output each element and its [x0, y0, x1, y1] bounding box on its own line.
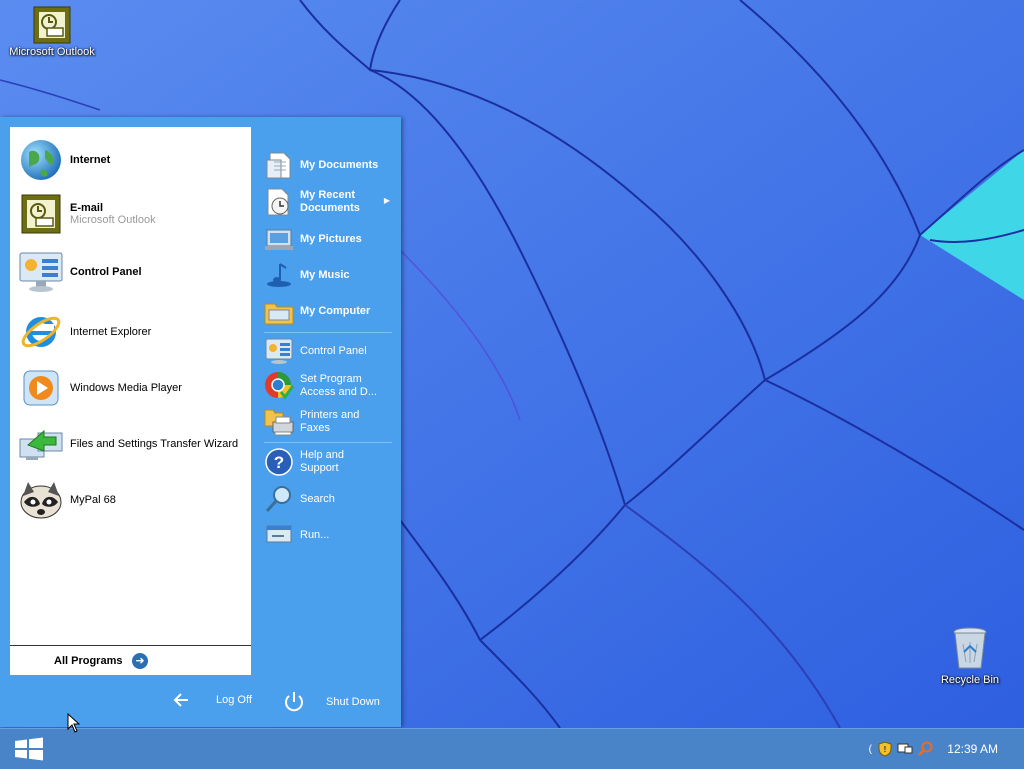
place-label: Help and Support	[300, 449, 345, 474]
mypal-icon	[20, 482, 62, 519]
outlook-icon	[21, 194, 61, 234]
desktop-icon-outlook[interactable]: Microsoft Outlook	[2, 6, 102, 58]
globe-icon	[21, 140, 61, 180]
place-label: Printers and Faxes	[300, 409, 360, 434]
power-icon	[285, 692, 303, 712]
start-item-sublabel: Microsoft Outlook	[70, 214, 156, 226]
start-item-internet[interactable]: Internet	[10, 135, 251, 185]
place-program-access[interactable]: Set Program Access and D...	[258, 368, 398, 404]
submenu-arrow-icon: ▶	[383, 196, 390, 205]
media-player-icon	[23, 370, 59, 406]
place-search[interactable]: Search	[258, 482, 398, 516]
start-button[interactable]	[14, 737, 44, 761]
control-panel-icon	[19, 252, 63, 292]
places-separator	[264, 332, 392, 333]
system-tray: ( ! 12:39 AM	[865, 729, 1024, 769]
place-printers-faxes[interactable]: Printers and Faxes	[258, 404, 398, 440]
start-item-label: Control Panel	[70, 266, 142, 278]
start-menu-programs-pane: Internet E-mail Microsoft Outlook Contro…	[10, 127, 251, 675]
shut-down-label: Shut Down	[326, 696, 380, 708]
start-item-label: Files and Settings Transfer Wizard	[70, 438, 239, 450]
place-my-pictures[interactable]: My Pictures	[258, 222, 398, 256]
desktop-icon-label: Recycle Bin	[940, 674, 1000, 686]
pictures-icon	[265, 229, 293, 250]
place-my-recent-documents[interactable]: My Recent Documents ▶	[258, 184, 398, 220]
place-help-support[interactable]: ? Help and Support	[258, 444, 398, 480]
place-label: Run...	[300, 528, 330, 541]
start-item-label: Internet	[70, 154, 111, 166]
transfer-wizard-icon	[19, 429, 63, 460]
taskbar-clock[interactable]: 12:39 AM	[947, 742, 998, 756]
outlook-icon	[33, 6, 71, 44]
network-icon[interactable]	[897, 741, 913, 757]
place-label: Set Program Access and D...	[300, 373, 378, 398]
computer-icon	[264, 303, 294, 325]
control-panel-icon	[265, 338, 293, 364]
log-off-button[interactable]: Log Off	[172, 690, 252, 710]
place-label: My Pictures	[300, 232, 362, 245]
all-programs-label: All Programs	[54, 655, 123, 667]
place-label: Control Panel	[300, 344, 367, 357]
start-item-mypal[interactable]: MyPal 68	[10, 475, 251, 525]
printer-icon	[264, 409, 294, 436]
program-access-icon	[265, 372, 295, 400]
taskbar: ( ! 12:39 AM	[0, 728, 1024, 769]
desktop-icon-label: Microsoft Outlook	[9, 46, 95, 58]
documents-icon	[266, 152, 291, 179]
start-menu: Internet E-mail Microsoft Outlook Contro…	[0, 117, 401, 727]
places-separator	[264, 442, 392, 443]
all-programs-button[interactable]: All Programs ➜	[10, 645, 251, 676]
svg-text:?: ?	[274, 453, 284, 472]
place-label: My Computer	[300, 304, 371, 317]
start-item-label: MyPal 68	[70, 494, 116, 506]
start-item-transfer-wizard[interactable]: Files and Settings Transfer Wizard	[10, 419, 251, 469]
place-label: My Music	[300, 268, 350, 281]
search-tray-icon[interactable]	[917, 741, 933, 757]
start-item-label: Internet Explorer	[70, 326, 152, 338]
start-item-windows-media-player[interactable]: Windows Media Player	[10, 363, 251, 413]
start-item-internet-explorer[interactable]: Internet Explorer	[10, 307, 251, 357]
run-icon	[266, 525, 292, 543]
shut-down-button[interactable]: Shut Down	[282, 690, 380, 714]
start-item-label: Windows Media Player	[70, 382, 182, 394]
start-menu-bottom-bar: Log Off Shut Down	[0, 680, 401, 726]
search-icon	[265, 486, 291, 513]
log-off-label: Log Off	[216, 694, 252, 706]
start-item-label: E-mail	[70, 202, 104, 214]
place-label: My Recent Documents	[300, 189, 360, 214]
desktop-icon-recycle-bin[interactable]: Recycle Bin	[920, 626, 1020, 686]
place-my-documents[interactable]: My Documents	[258, 148, 398, 182]
help-icon: ?	[265, 448, 293, 476]
place-label: My Documents	[300, 158, 379, 171]
mouse-cursor-icon	[67, 713, 81, 733]
place-my-music[interactable]: My Music	[258, 258, 398, 292]
security-shield-icon[interactable]: !	[877, 741, 893, 757]
start-item-email[interactable]: E-mail Microsoft Outlook	[10, 189, 251, 239]
recent-documents-icon	[267, 188, 289, 216]
place-control-panel[interactable]: Control Panel	[258, 334, 398, 368]
place-run[interactable]: Run...	[258, 518, 398, 552]
svg-text:!: !	[884, 745, 887, 754]
tray-expand-icon[interactable]: (	[867, 741, 873, 757]
arrow-left-icon	[173, 693, 188, 707]
place-label: Search	[300, 492, 335, 505]
music-icon	[267, 263, 291, 287]
ie-icon	[21, 316, 61, 348]
place-my-computer[interactable]: My Computer	[258, 294, 398, 328]
start-item-control-panel[interactable]: Control Panel	[10, 247, 251, 297]
recycle-bin-icon	[953, 627, 987, 669]
arrow-right-icon: ➜	[132, 653, 148, 669]
